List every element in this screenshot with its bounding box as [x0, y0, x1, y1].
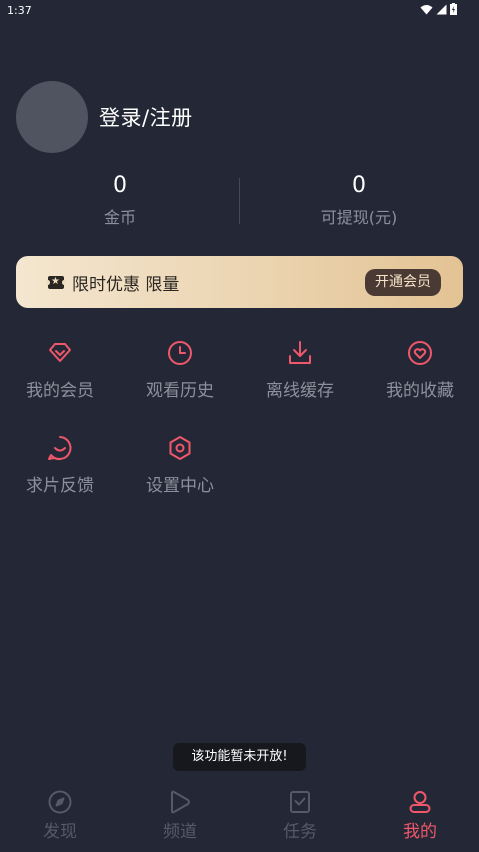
- coins-stat[interactable]: 0 金币: [20, 172, 220, 228]
- ticket-icon: ★: [46, 275, 66, 289]
- coins-value: 0: [113, 173, 127, 198]
- signal-icon: [436, 4, 447, 14]
- download-icon: [289, 341, 311, 364]
- profile-header[interactable]: 登录/注册: [16, 81, 193, 153]
- menu-item-history[interactable]: 观看历史: [120, 339, 240, 409]
- compass-icon: [48, 790, 72, 814]
- tab-label-channels: 频道: [163, 822, 197, 842]
- menu-item-feedback[interactable]: 求片反馈: [0, 434, 120, 504]
- stats-row: 0 金币 0 可提现(元): [0, 172, 479, 232]
- clock-icon: [168, 341, 192, 365]
- user-icon: [409, 791, 431, 813]
- coins-label: 金币: [103, 208, 136, 227]
- withdrawable-label: 可提现(元): [320, 208, 398, 227]
- tab-discover[interactable]: 发现: [0, 789, 120, 842]
- status-time: 1:37: [7, 4, 32, 17]
- menu-label-history: 观看历史: [146, 381, 214, 401]
- tab-label-discover: 发现: [43, 822, 77, 842]
- stats-divider: [239, 178, 240, 224]
- status-icons: [420, 3, 457, 15]
- battery-icon: [450, 3, 457, 15]
- menu-label-favorites: 我的收藏: [386, 381, 454, 401]
- login-register-link[interactable]: 登录/注册: [99, 102, 193, 132]
- menu-label-membership: 我的会员: [26, 381, 94, 401]
- menu-item-offline-cache[interactable]: 离线缓存: [240, 339, 360, 409]
- open-membership-button[interactable]: 开通会员: [365, 269, 441, 296]
- bottom-tab-bar: 发现 频道 任务 我的: [0, 780, 479, 852]
- menu-label-settings: 设置中心: [146, 476, 214, 496]
- menu-label-feedback: 求片反馈: [26, 476, 94, 496]
- tab-channels[interactable]: 频道: [120, 789, 240, 842]
- withdrawable-value: 0: [352, 173, 366, 198]
- toast-message: 该功能暂未开放!: [173, 743, 306, 771]
- task-icon: [290, 791, 310, 813]
- withdrawable-stat[interactable]: 0 可提现(元): [259, 172, 459, 228]
- vip-promo-text: 限时优惠 限量: [72, 274, 180, 295]
- menu-item-favorites[interactable]: 我的收藏: [360, 339, 479, 409]
- menu-item-settings[interactable]: 设置中心: [120, 434, 240, 504]
- diamond-icon: [49, 343, 71, 362]
- tab-tasks[interactable]: 任务: [240, 789, 360, 842]
- wifi-icon: [420, 4, 433, 14]
- tab-label-mine: 我的: [403, 822, 437, 842]
- avatar[interactable]: [16, 81, 88, 153]
- tab-label-tasks: 任务: [283, 822, 317, 842]
- settings-icon: [169, 436, 191, 460]
- menu-label-offline-cache: 离线缓存: [266, 381, 334, 401]
- heart-icon: [408, 341, 432, 365]
- tab-mine[interactable]: 我的: [360, 789, 479, 842]
- status-bar: 1:37: [0, 0, 479, 22]
- feedback-icon: [48, 436, 72, 461]
- vip-promo-banner[interactable]: ★ 限时优惠 限量 开通会员: [16, 256, 463, 308]
- play-icon: [171, 790, 190, 814]
- menu-item-membership[interactable]: 我的会员: [0, 339, 120, 409]
